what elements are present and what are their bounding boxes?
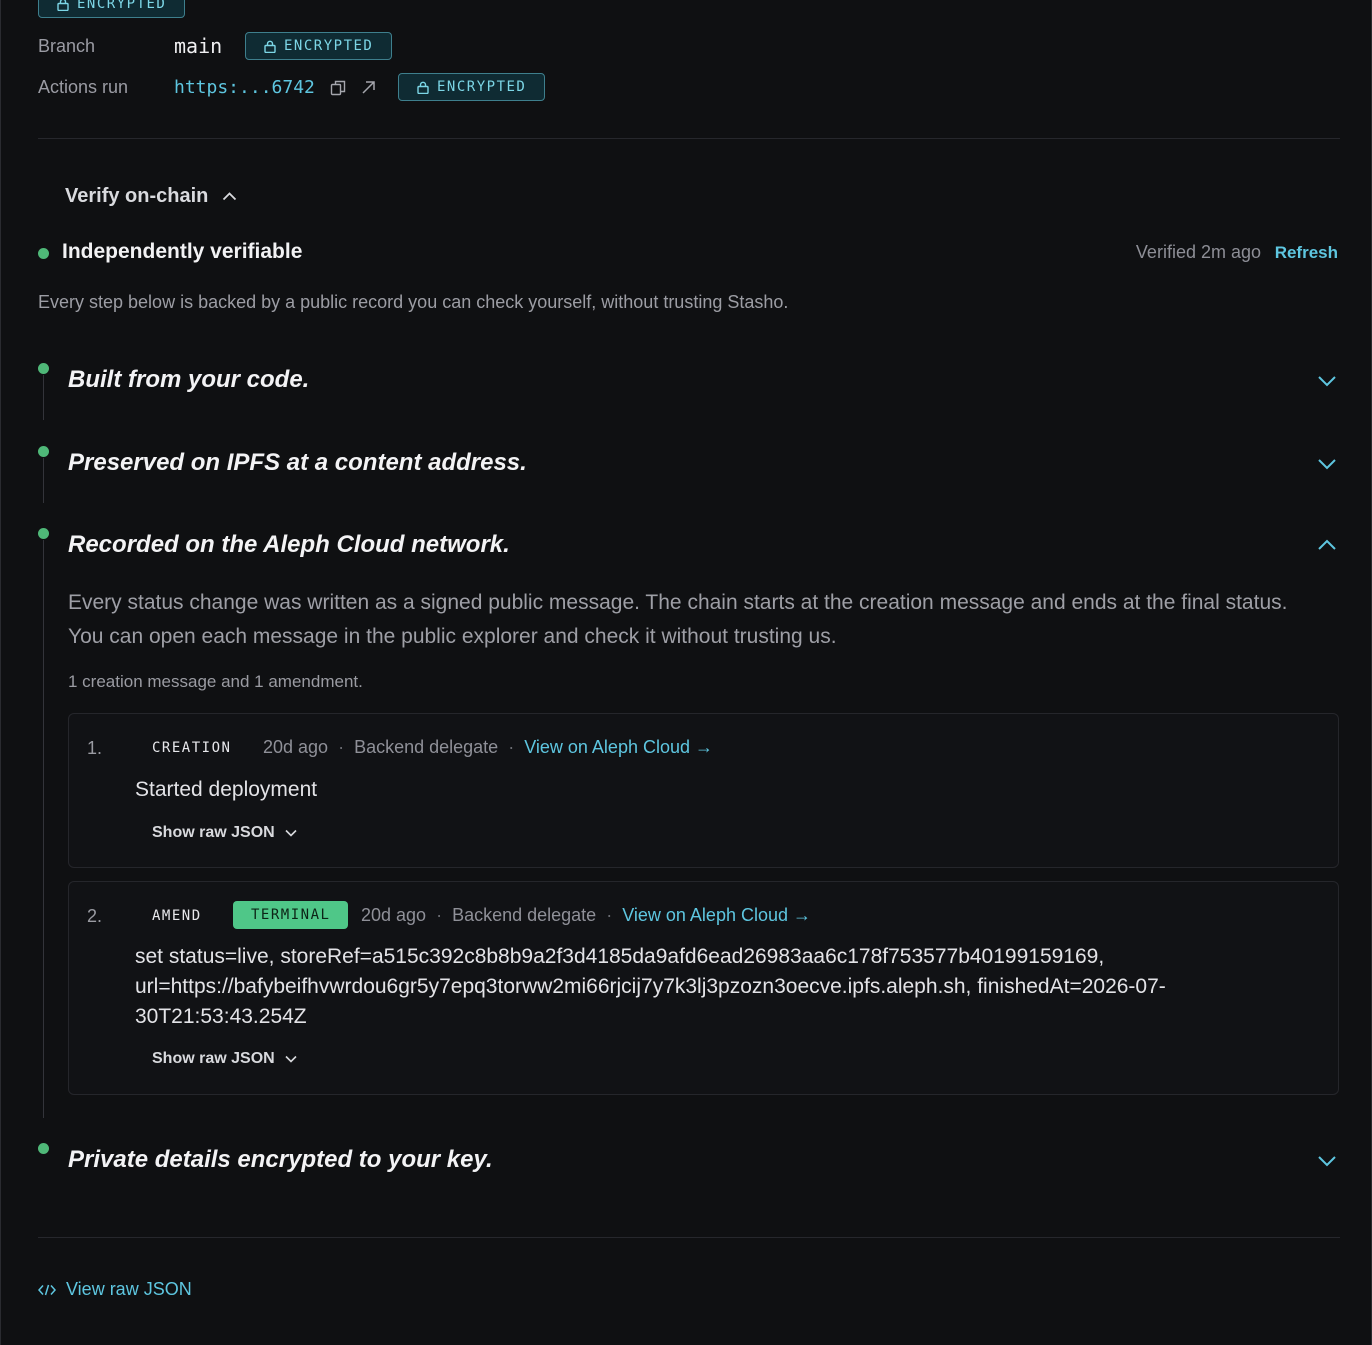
step-aleph-title[interactable]: Recorded on the Aleph Cloud network. bbox=[68, 531, 510, 559]
actions-encrypted-badge: ENCRYPTED bbox=[398, 73, 546, 101]
code-icon bbox=[38, 1284, 56, 1295]
view-raw-json-label: View raw JSON bbox=[66, 1279, 192, 1299]
message-age: 20d ago bbox=[263, 737, 329, 757]
status-dot bbox=[38, 248, 49, 259]
refresh-button[interactable]: Refresh bbox=[1275, 243, 1338, 263]
timeline-line bbox=[43, 540, 44, 1118]
step-ipfs-title[interactable]: Preserved on IPFS at a content address. bbox=[68, 449, 527, 477]
show-raw-json-label: Show raw JSON bbox=[152, 824, 275, 841]
terminal-badge: TERMINAL bbox=[233, 901, 349, 929]
lock-icon bbox=[264, 40, 276, 53]
message-number: 1. bbox=[87, 738, 103, 758]
separator: · bbox=[436, 905, 443, 925]
step-dot bbox=[38, 528, 49, 539]
copy-icon[interactable] bbox=[330, 80, 346, 96]
encrypted-label: ENCRYPTED bbox=[77, 0, 167, 12]
message-number: 2. bbox=[87, 906, 103, 926]
divider bbox=[38, 1237, 1340, 1238]
view-raw-json-link[interactable]: View raw JSON bbox=[38, 1279, 192, 1300]
step-aleph-description: Every status change was written as a sig… bbox=[68, 591, 1288, 648]
message-card-creation: 1. CREATION 20d ago · Backend delegate ·… bbox=[68, 713, 1339, 868]
actions-run-label: Actions run bbox=[38, 77, 129, 97]
chevron-down-icon[interactable] bbox=[1317, 1155, 1337, 1167]
step-dot bbox=[38, 446, 49, 457]
encrypted-label: ENCRYPTED bbox=[284, 38, 374, 54]
verification-status-title: Independently verifiable bbox=[62, 240, 303, 263]
step-dot bbox=[38, 1143, 49, 1154]
timeline-line bbox=[43, 375, 44, 420]
step-encrypted-title[interactable]: Private details encrypted to your key. bbox=[68, 1146, 493, 1174]
separator: · bbox=[508, 737, 515, 757]
separator: · bbox=[606, 905, 613, 925]
chevron-down-icon[interactable] bbox=[1317, 458, 1337, 470]
show-raw-json-toggle[interactable]: Show raw JSON bbox=[152, 1050, 297, 1068]
message-card-amend: 2. AMEND TERMINAL 20d ago · Backend dele… bbox=[68, 881, 1339, 1095]
chevron-down-icon bbox=[285, 829, 297, 837]
branch-label: Branch bbox=[38, 36, 96, 56]
message-kind: AMEND bbox=[152, 908, 202, 924]
verify-toggle-label: Verify on-chain bbox=[65, 185, 209, 207]
message-author: Backend delegate bbox=[452, 905, 597, 925]
message-kind: CREATION bbox=[152, 740, 232, 756]
chevron-up-icon[interactable] bbox=[1317, 539, 1337, 551]
deployment-details-panel: ENCRYPTED Branch main ENCRYPTED Actions … bbox=[0, 0, 1372, 1345]
encrypted-badge-top: ENCRYPTED bbox=[38, 0, 186, 18]
chevron-up-icon bbox=[223, 192, 237, 201]
verify-on-chain-toggle[interactable]: Verify on-chain bbox=[65, 185, 237, 208]
view-on-aleph-link[interactable]: View on Aleph Cloud → bbox=[622, 905, 811, 926]
message-body: set status=live, storeRef=a515c392c8b8b9… bbox=[135, 945, 1166, 1028]
view-on-aleph-link[interactable]: View on Aleph Cloud → bbox=[524, 737, 713, 758]
message-meta: 20d ago · Backend delegate · View on Ale… bbox=[263, 737, 713, 758]
branch-value: main bbox=[174, 34, 223, 58]
chevron-down-icon bbox=[285, 1055, 297, 1063]
external-link-icon[interactable] bbox=[361, 80, 376, 95]
branch-encrypted-badge: ENCRYPTED bbox=[245, 32, 393, 60]
divider bbox=[38, 138, 1340, 139]
lock-icon bbox=[417, 81, 429, 94]
lock-icon bbox=[57, 0, 69, 11]
step-built-from-code-title[interactable]: Built from your code. bbox=[68, 366, 309, 394]
show-raw-json-toggle[interactable]: Show raw JSON bbox=[152, 824, 297, 842]
chevron-down-icon[interactable] bbox=[1317, 375, 1337, 387]
actions-run-link[interactable]: https:...6742 bbox=[174, 77, 315, 98]
show-raw-json-label: Show raw JSON bbox=[152, 1050, 275, 1067]
message-author: Backend delegate bbox=[354, 737, 499, 757]
verification-intro: Every step below is backed by a public r… bbox=[38, 292, 789, 312]
verified-timestamp: Verified 2m ago bbox=[1135, 242, 1261, 262]
separator: · bbox=[338, 737, 345, 757]
message-meta: 20d ago · Backend delegate · View on Ale… bbox=[361, 905, 811, 926]
step-dot bbox=[38, 363, 49, 374]
message-age: 20d ago bbox=[361, 905, 427, 925]
message-body: Started deployment bbox=[135, 778, 318, 801]
timeline-line bbox=[43, 458, 44, 503]
encrypted-label: ENCRYPTED bbox=[437, 79, 527, 95]
message-count: 1 creation message and 1 amendment. bbox=[68, 672, 363, 691]
